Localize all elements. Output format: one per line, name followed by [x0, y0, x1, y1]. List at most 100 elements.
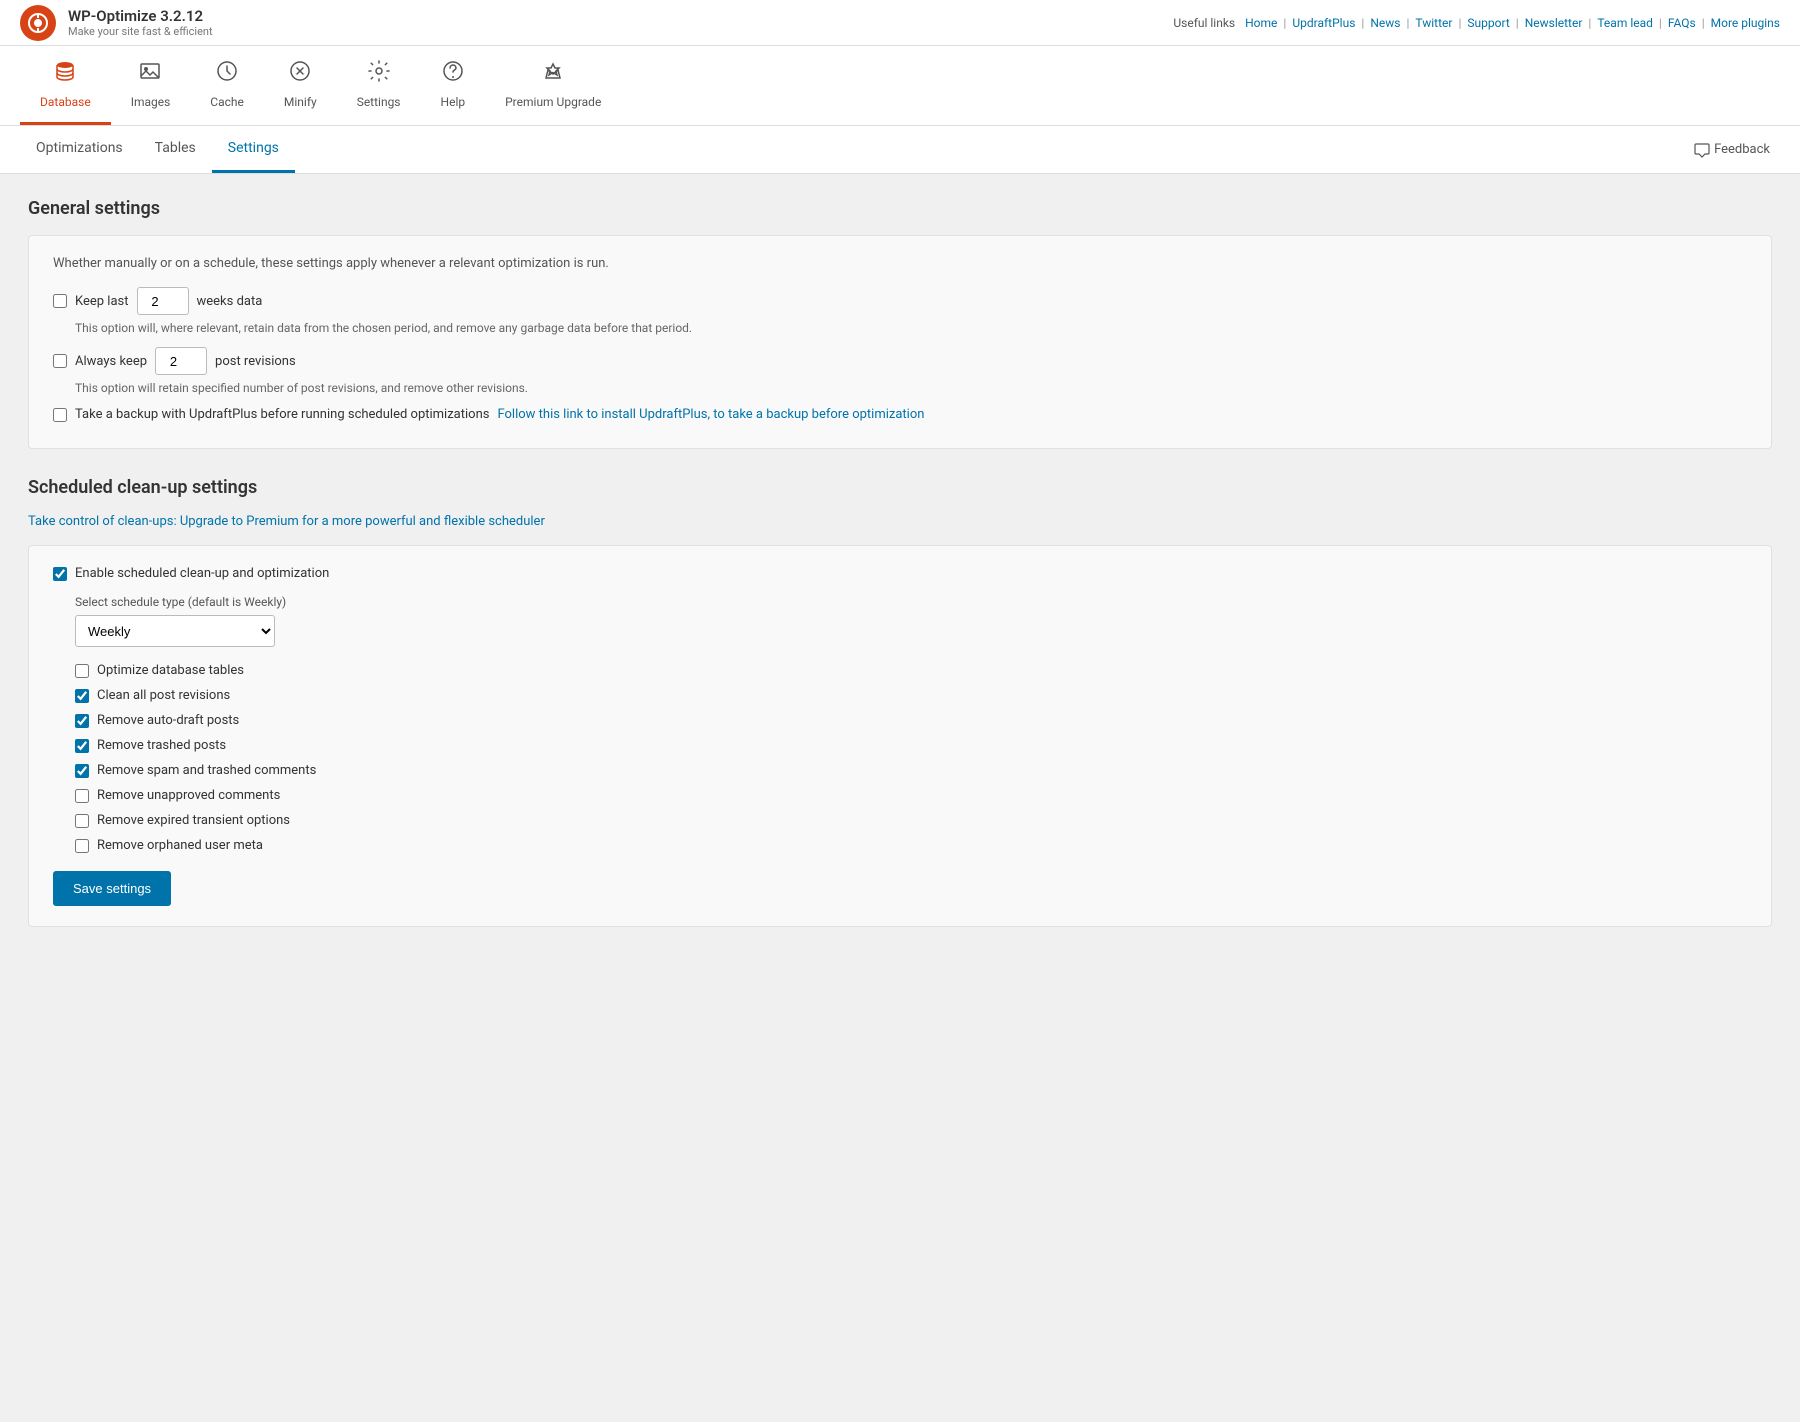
- settings-icon: [367, 59, 391, 89]
- general-settings-card: Whether manually or on a schedule, these…: [28, 235, 1772, 449]
- schedule-cb-6[interactable]: [75, 814, 89, 828]
- main-content: General settings Whether manually or on …: [0, 174, 1800, 1396]
- link-newsletter[interactable]: Newsletter: [1525, 16, 1583, 30]
- cache-icon: [215, 59, 239, 89]
- nav-images[interactable]: Images: [111, 46, 191, 125]
- upgrade-link[interactable]: Take control of clean-ups: Upgrade to Pr…: [28, 514, 545, 529]
- always-keep-row: Always keep post revisions: [53, 347, 1747, 375]
- useful-links-label: Useful links: [1173, 16, 1235, 30]
- main-nav: Database Images Cache Minify: [0, 46, 1800, 126]
- schedule-checkbox-item: Optimize database tables: [75, 663, 1747, 678]
- general-settings-section: General settings Whether manually or on …: [28, 198, 1772, 449]
- schedule-type-label: Select schedule type (default is Weekly): [75, 595, 1747, 609]
- schedule-type-select[interactable]: Weekly Daily Monthly: [75, 615, 275, 647]
- general-settings-title: General settings: [28, 198, 1772, 219]
- always-keep-input[interactable]: [155, 347, 207, 375]
- schedule-cb-label-4: Remove spam and trashed comments: [97, 763, 316, 778]
- schedule-cb-4[interactable]: [75, 764, 89, 778]
- always-keep-label-after: post revisions: [215, 354, 296, 369]
- schedule-cb-label-7: Remove orphaned user meta: [97, 838, 263, 853]
- always-keep-label-before: Always keep: [75, 354, 147, 369]
- schedule-cb-label-5: Remove unapproved comments: [97, 788, 280, 803]
- schedule-type-group: Select schedule type (default is Weekly)…: [53, 595, 1747, 647]
- link-twitter[interactable]: Twitter: [1415, 16, 1452, 30]
- always-keep-hint: This option will retain specified number…: [75, 381, 1747, 395]
- premium-icon: [541, 59, 565, 89]
- keep-last-label-before: Keep last: [75, 294, 129, 309]
- enable-schedule-checkbox[interactable]: [53, 567, 67, 581]
- feedback-link[interactable]: Feedback: [1684, 132, 1780, 168]
- enable-schedule-label: Enable scheduled clean-up and optimizati…: [75, 566, 329, 581]
- save-settings-button[interactable]: Save settings: [53, 871, 171, 906]
- schedule-cb-label-1: Clean all post revisions: [97, 688, 230, 703]
- schedule-cb-label-6: Remove expired transient options: [97, 813, 290, 828]
- scheduled-settings-card: Enable scheduled clean-up and optimizati…: [28, 545, 1772, 927]
- keep-last-input[interactable]: [137, 287, 189, 315]
- feedback-icon: [1694, 142, 1710, 158]
- app-title-group: WP-Optimize 3.2.12 Make your site fast &…: [68, 7, 213, 38]
- link-more-plugins[interactable]: More plugins: [1711, 16, 1780, 30]
- link-home[interactable]: Home: [1245, 16, 1277, 30]
- app-branding: WP-Optimize 3.2.12 Make your site fast &…: [20, 5, 213, 41]
- always-keep-checkbox[interactable]: [53, 354, 67, 368]
- tab-bar-right: Feedback: [1684, 126, 1780, 173]
- nav-settings[interactable]: Settings: [337, 46, 421, 125]
- schedule-cb-2[interactable]: [75, 714, 89, 728]
- nav-minify[interactable]: Minify: [264, 46, 337, 125]
- schedule-cb-7[interactable]: [75, 839, 89, 853]
- nav-minify-label: Minify: [284, 95, 317, 109]
- nav-premium[interactable]: Premium Upgrade: [485, 46, 621, 125]
- nav-cache-label: Cache: [210, 95, 244, 109]
- tab-settings[interactable]: Settings: [212, 126, 295, 173]
- schedule-checkbox-item: Remove orphaned user meta: [75, 838, 1747, 853]
- app-subtitle: Make your site fast & efficient: [68, 25, 213, 38]
- app-title: WP-Optimize 3.2.12: [68, 7, 213, 25]
- schedule-checkbox-item: Remove expired transient options: [75, 813, 1747, 828]
- content-area: Optimizations Tables Settings Feedback G…: [0, 126, 1800, 1396]
- scheduled-settings-section: Scheduled clean-up settings Take control…: [28, 477, 1772, 927]
- enable-scheduled-row: Enable scheduled clean-up and optimizati…: [53, 566, 1747, 581]
- nav-premium-label: Premium Upgrade: [505, 95, 601, 109]
- keep-last-hint: This option will, where relevant, retain…: [75, 321, 1747, 335]
- backup-checkbox[interactable]: [53, 408, 67, 422]
- images-icon: [138, 59, 162, 89]
- schedule-checkbox-item: Remove unapproved comments: [75, 788, 1747, 803]
- schedule-cb-label-2: Remove auto-draft posts: [97, 713, 239, 728]
- keep-last-label-after: weeks data: [197, 294, 263, 309]
- nav-images-label: Images: [131, 95, 171, 109]
- link-faqs[interactable]: FAQs: [1668, 16, 1696, 30]
- keep-last-row: Keep last weeks data: [53, 287, 1747, 315]
- nav-help-label: Help: [441, 95, 466, 109]
- schedule-cb-5[interactable]: [75, 789, 89, 803]
- schedule-cb-0[interactable]: [75, 664, 89, 678]
- general-settings-desc: Whether manually or on a schedule, these…: [53, 256, 1747, 271]
- link-news[interactable]: News: [1370, 16, 1400, 30]
- schedule-cb-3[interactable]: [75, 739, 89, 753]
- backup-link[interactable]: Follow this link to install UpdraftPlus,…: [497, 407, 924, 422]
- schedule-checkbox-item: Remove auto-draft posts: [75, 713, 1747, 728]
- tab-optimizations[interactable]: Optimizations: [20, 126, 139, 173]
- schedule-cb-label-0: Optimize database tables: [97, 663, 244, 678]
- nav-settings-label: Settings: [357, 95, 401, 109]
- backup-row: Take a backup with UpdraftPlus before ru…: [53, 407, 1747, 422]
- schedule-checkboxes: Optimize database tables Clean all post r…: [53, 663, 1747, 853]
- keep-last-checkbox[interactable]: [53, 294, 67, 308]
- schedule-cb-1[interactable]: [75, 689, 89, 703]
- nav-help[interactable]: Help: [421, 46, 486, 125]
- link-support[interactable]: Support: [1467, 16, 1509, 30]
- top-bar: WP-Optimize 3.2.12 Make your site fast &…: [0, 0, 1800, 46]
- tab-bar: Optimizations Tables Settings Feedback: [0, 126, 1800, 174]
- scheduled-settings-title: Scheduled clean-up settings: [28, 477, 1772, 498]
- app-logo: [20, 5, 56, 41]
- link-team-lead[interactable]: Team lead: [1597, 16, 1653, 30]
- minify-icon: [288, 59, 312, 89]
- schedule-checkbox-item: Clean all post revisions: [75, 688, 1747, 703]
- nav-database[interactable]: Database: [20, 46, 111, 125]
- link-updraftplus[interactable]: UpdraftPlus: [1292, 16, 1355, 30]
- backup-label: Take a backup with UpdraftPlus before ru…: [75, 407, 489, 422]
- nav-cache[interactable]: Cache: [190, 46, 264, 125]
- useful-links: Useful links Home| UpdraftPlus| News| Tw…: [1173, 16, 1780, 30]
- schedule-checkbox-item: Remove trashed posts: [75, 738, 1747, 753]
- tab-tables[interactable]: Tables: [139, 126, 212, 173]
- help-icon: [441, 59, 465, 89]
